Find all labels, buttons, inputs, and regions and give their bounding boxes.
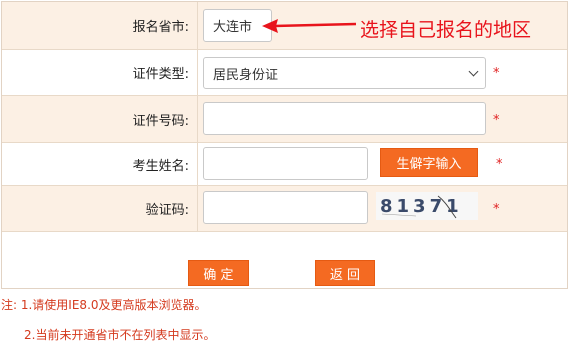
note-line-2: 2.当前未开通省市不在列表中显示。	[24, 328, 216, 342]
captcha-input[interactable]	[203, 191, 368, 224]
required-mark: *	[493, 113, 500, 128]
back-button[interactable]: 返 回	[315, 260, 375, 286]
registration-lookup-page: 报名省市: 大连市 证件类型: 居民身份证 * 证件号码: * 考生姓名: 生僻…	[0, 0, 571, 356]
captcha-image[interactable]: 81371	[376, 192, 478, 220]
id-number-label: 证件号码:	[2, 96, 198, 142]
captcha-row: 验证码: *	[2, 186, 567, 232]
captcha-graphic: 81371	[380, 195, 463, 219]
annotation-arrow-icon	[262, 19, 357, 33]
note-line-1: 注: 1.请使用IE8.0及更高版本浏览器。	[1, 298, 207, 312]
confirm-button[interactable]: 确 定	[188, 260, 249, 286]
rare-char-input-button[interactable]: 生僻字输入	[380, 148, 478, 177]
captcha-text: 81371	[380, 196, 463, 217]
region-annotation: 选择自己报名的地区	[360, 19, 532, 41]
required-mark: *	[493, 202, 500, 217]
id-type-row: 证件类型: 居民身份证 *	[2, 50, 567, 96]
id-type-select[interactable]: 居民身份证	[203, 57, 486, 89]
id-number-input[interactable]	[203, 102, 486, 135]
actions-row: 确 定 返 回	[2, 232, 567, 288]
id-type-label: 证件类型:	[2, 50, 198, 95]
name-row: 考生姓名: 生僻字输入 *	[2, 143, 567, 186]
chevron-down-icon	[468, 66, 479, 77]
id-type-selected-value: 居民身份证	[213, 67, 279, 83]
required-mark: *	[493, 66, 500, 81]
name-label: 考生姓名:	[2, 143, 198, 185]
registration-form: 报名省市: 大连市 证件类型: 居民身份证 * 证件号码: * 考生姓名: 生僻…	[1, 1, 568, 289]
province-label: 报名省市:	[2, 2, 198, 49]
captcha-label: 验证码:	[2, 186, 198, 231]
name-input[interactable]	[203, 147, 368, 180]
required-mark: *	[496, 157, 503, 172]
id-number-row: 证件号码: *	[2, 96, 567, 143]
